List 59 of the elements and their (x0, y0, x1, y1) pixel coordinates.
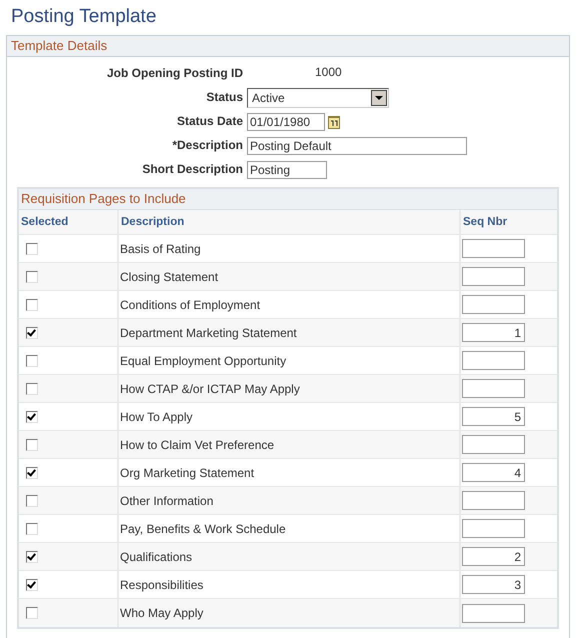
posting-id-value: 1000 (314, 65, 342, 79)
column-header[interactable]: Description (120, 216, 184, 228)
checkbox[interactable] (26, 466, 38, 478)
seq-nbr-field[interactable] (462, 239, 525, 258)
date-field[interactable]: 01/01/1980 (247, 113, 325, 131)
table-cell: Other Information (120, 494, 214, 508)
table-cell: Closing Statement (120, 270, 218, 284)
page-title: Posting Template (11, 6, 158, 28)
table-cell: Basis of Rating (120, 242, 201, 256)
seq-nbr-field[interactable]: 5 (462, 407, 525, 426)
calendar-icon[interactable] (328, 115, 340, 129)
checkbox[interactable] (26, 410, 38, 422)
checkbox[interactable] (26, 354, 38, 366)
checkbox[interactable] (26, 438, 38, 450)
checkbox[interactable] (26, 382, 38, 394)
table-cell: Who May Apply (120, 606, 204, 620)
status-date-label: Status Date (176, 113, 243, 128)
table-cell: Equal Employment Opportunity (120, 354, 286, 368)
table-cell: How to Claim Vet Preference (120, 438, 274, 452)
description-field[interactable]: Posting Default (247, 137, 467, 155)
seq-nbr-field[interactable] (462, 519, 525, 538)
seq-nbr-field[interactable] (462, 267, 525, 286)
checkbox[interactable] (26, 494, 38, 506)
status-label: Status (206, 89, 243, 104)
table-cell: Responsibilities (120, 578, 204, 592)
column-header[interactable]: Seq Nbr (462, 216, 508, 228)
table-cell: Conditions of Employment (120, 298, 260, 312)
table-cell: Pay, Benefits & Work Schedule (120, 522, 286, 536)
seq-nbr-field[interactable] (462, 491, 525, 510)
checkbox[interactable] (26, 326, 38, 338)
status-dropdown[interactable]: Active (247, 88, 389, 108)
table-cell: Department Marketing Statement (120, 326, 297, 340)
checkbox[interactable] (26, 522, 38, 534)
short-description-field[interactable]: Posting (247, 161, 327, 179)
posting-id-label: Job Opening Posting ID (107, 65, 243, 80)
seq-nbr-field[interactable]: 3 (462, 575, 525, 594)
seq-nbr-field[interactable] (462, 604, 525, 622)
section-header: Template Details (7, 36, 569, 57)
seq-nbr-field[interactable] (462, 435, 525, 454)
seq-nbr-field[interactable]: 4 (462, 463, 525, 482)
seq-nbr-field[interactable]: 2 (462, 547, 525, 566)
checkbox[interactable] (26, 578, 38, 590)
checkbox[interactable] (26, 607, 38, 619)
seq-nbr-field[interactable]: 1 (462, 323, 525, 342)
table-cell: Qualifications (120, 550, 192, 564)
short-description-label: Short Description (142, 161, 243, 176)
checkbox[interactable] (26, 550, 38, 562)
seq-nbr-field[interactable] (462, 379, 525, 398)
table-cell: How CTAP &/or ICTAP May Apply (120, 382, 300, 396)
table-cell: Org Marketing Statement (120, 466, 254, 480)
seq-nbr-field[interactable] (462, 295, 525, 314)
column-header[interactable]: Selected (20, 216, 68, 228)
seq-nbr-field[interactable] (462, 351, 525, 370)
checkbox[interactable] (26, 242, 38, 254)
checkbox[interactable] (26, 298, 38, 310)
table-cell: How To Apply (120, 410, 192, 424)
description-label: *Description (172, 137, 243, 152)
checkbox[interactable] (26, 270, 38, 282)
section-header: Requisition Pages to Include (19, 189, 557, 210)
